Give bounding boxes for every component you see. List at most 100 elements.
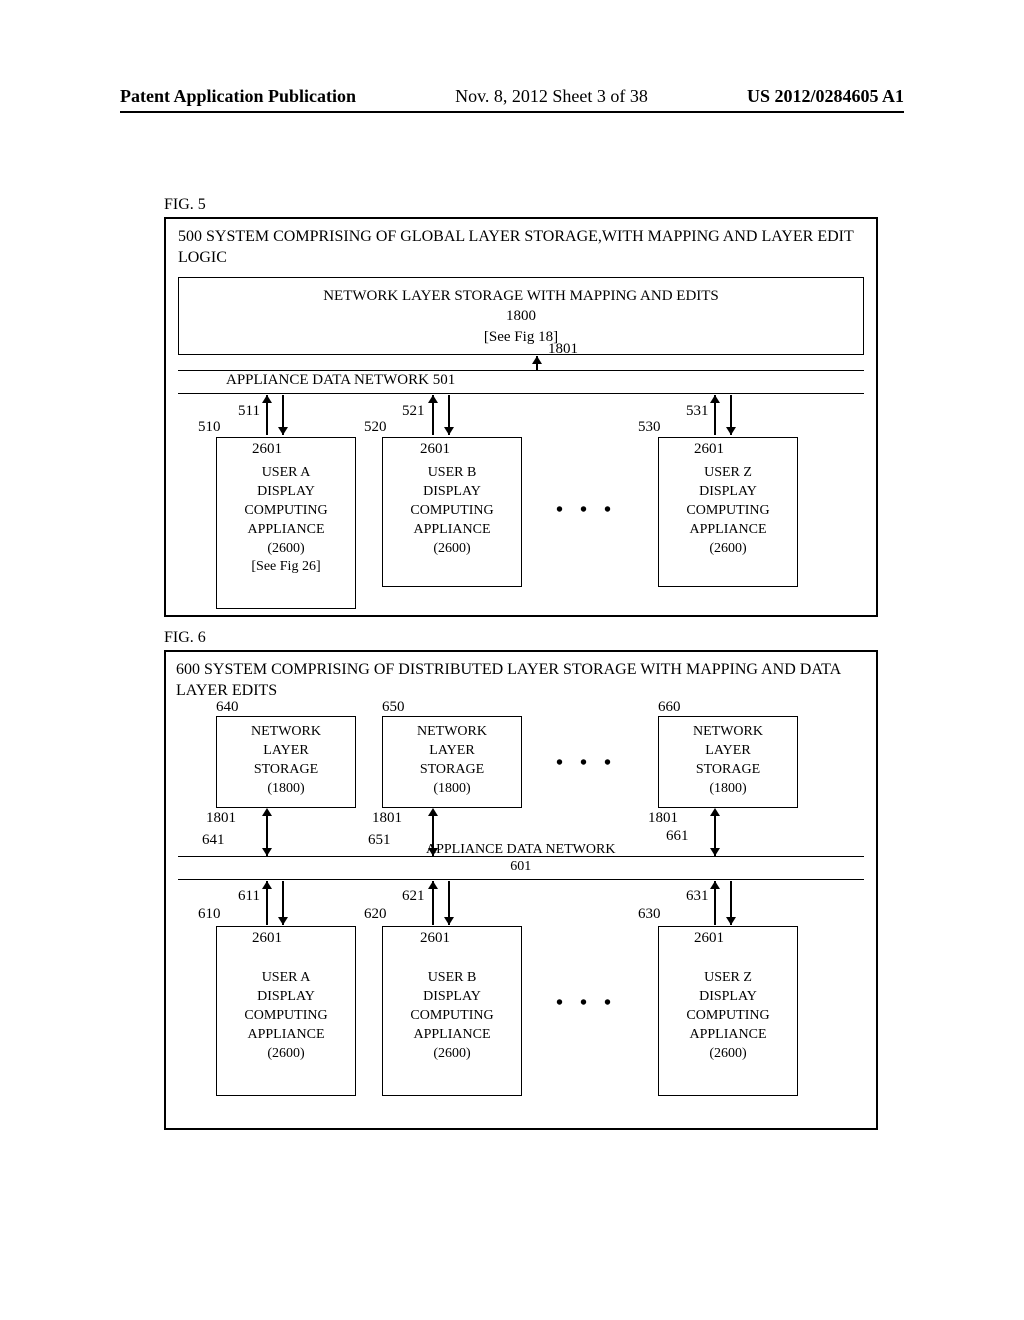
ua6-l4: APPLIANCE [219, 1026, 353, 1045]
uz6-l2: DISPLAY [661, 988, 795, 1007]
fig6-label: FIG. 6 [164, 629, 206, 647]
ua6-l5: (2600) [219, 1045, 353, 1064]
arrow-down-icon [726, 917, 736, 925]
ub-l2: DISPLAY [385, 483, 519, 502]
fig5-nb-l2: 1800 [179, 306, 863, 326]
ellipsis-icon: • • • [556, 752, 617, 775]
arrow-down-icon [278, 427, 288, 435]
header-right: US 2012/0284605 A1 [747, 86, 904, 107]
ua-l2: DISPLAY [219, 483, 353, 502]
ref-531: 531 [686, 403, 709, 420]
ref-660: 660 [658, 699, 681, 716]
fig5-nb-l1: NETWORK LAYER STORAGE WITH MAPPING AND E… [179, 286, 863, 306]
ub-l5: (2600) [385, 540, 519, 559]
sz-l2: LAYER [661, 742, 795, 761]
ua-l1: USER A [219, 464, 353, 483]
ua-l4: APPLIANCE [219, 521, 353, 540]
fig5-network-storage-box: NETWORK LAYER STORAGE WITH MAPPING AND E… [178, 277, 864, 355]
fig5-nb-l3: [See Fig 18] [179, 327, 863, 347]
ua6-l1: USER A [219, 969, 353, 988]
fig6-storage-b: NETWORK LAYER STORAGE (1800) [382, 716, 522, 808]
ref-511: 511 [238, 403, 260, 420]
ref-650: 650 [382, 699, 405, 716]
ref-610: 610 [198, 906, 221, 923]
arrow-down-icon [262, 848, 272, 856]
fig5-diagram: 500 SYSTEM COMPRISING OF GLOBAL LAYER ST… [164, 217, 878, 617]
sb-l2: LAYER [385, 742, 519, 761]
fig6-title-text: SYSTEM COMPRISING OF DISTRIBUTED LAYER S… [176, 661, 840, 699]
ref-1801-a: 1801 [206, 810, 236, 827]
arrow-down-icon [444, 427, 454, 435]
ref-651: 651 [368, 832, 391, 849]
arrow-up-icon [428, 881, 438, 889]
ref-530: 530 [638, 419, 661, 436]
uz-l4: APPLIANCE [661, 521, 795, 540]
fig6-user-a-box: USER A DISPLAY COMPUTING APPLIANCE (2600… [216, 926, 356, 1096]
fig6-storage-z: NETWORK LAYER STORAGE (1800) [658, 716, 798, 808]
ellipsis-icon: • • • [556, 499, 617, 522]
fig6-storage-a: NETWORK LAYER STORAGE (1800) [216, 716, 356, 808]
ub6-l2: DISPLAY [385, 988, 519, 1007]
arrow-up-icon [428, 395, 438, 403]
ua-l6: [See Fig 26] [219, 558, 353, 577]
arrow-up-icon [262, 395, 272, 403]
fig6-appliance-network-label: APPLIANCE DATA NETWORK 601 [426, 842, 615, 876]
fig6-user-b-box: USER B DISPLAY COMPUTING APPLIANCE (2600… [382, 926, 522, 1096]
uz6-l1: USER Z [661, 969, 795, 988]
ref-611: 611 [238, 888, 260, 905]
fig5-title-ref: 500 [178, 228, 206, 245]
uz-l3: COMPUTING [661, 502, 795, 521]
fig6-user-z-box: USER Z DISPLAY COMPUTING APPLIANCE (2600… [658, 926, 798, 1096]
fig5-label: FIG. 5 [164, 196, 206, 214]
ref-1801-b: 1801 [372, 810, 402, 827]
arrow-up-icon [262, 881, 272, 889]
sz-l1: NETWORK [661, 723, 795, 742]
ub-l3: COMPUTING [385, 502, 519, 521]
ua6-l2: DISPLAY [219, 988, 353, 1007]
fig5-appliance-network-label: APPLIANCE DATA NETWORK 501 [226, 372, 455, 389]
fig6-network-ref: 601 [426, 859, 615, 876]
ua-l5: (2600) [219, 540, 353, 559]
sa-l3: STORAGE [219, 761, 353, 780]
arrow-up-icon [262, 808, 272, 816]
arrow-down-icon [726, 427, 736, 435]
arrow-up-icon [710, 881, 720, 889]
ref-641: 641 [202, 832, 225, 849]
sa-l4: (1800) [219, 780, 353, 799]
sb-l3: STORAGE [385, 761, 519, 780]
header-center: Nov. 8, 2012 Sheet 3 of 38 [455, 86, 648, 107]
ref-521: 521 [402, 403, 425, 420]
arrow-up-icon [710, 395, 720, 403]
fig5-user-b-box: USER B DISPLAY COMPUTING APPLIANCE (2600… [382, 437, 522, 587]
fig5-user-a-box: USER A DISPLAY COMPUTING APPLIANCE (2600… [216, 437, 356, 609]
fig6-diagram: 600 SYSTEM COMPRISING OF DISTRIBUTED LAY… [164, 650, 878, 1130]
ref-620: 620 [364, 906, 387, 923]
ref-1801-z: 1801 [648, 810, 678, 827]
ref-631: 631 [686, 888, 709, 905]
uz6-l3: COMPUTING [661, 1007, 795, 1026]
sz-l3: STORAGE [661, 761, 795, 780]
ref-661: 661 [666, 828, 689, 845]
ub6-l5: (2600) [385, 1045, 519, 1064]
ua-l3: COMPUTING [219, 502, 353, 521]
fig5-title-text: SYSTEM COMPRISING OF GLOBAL LAYER STORAG… [178, 228, 853, 266]
ref-520: 520 [364, 419, 387, 436]
fig6-network-text: APPLIANCE DATA NETWORK [426, 842, 615, 859]
sb-l1: NETWORK [385, 723, 519, 742]
fig5-title: 500 SYSTEM COMPRISING OF GLOBAL LAYER ST… [178, 227, 876, 269]
arrow-down-icon [278, 917, 288, 925]
ub-l4: APPLIANCE [385, 521, 519, 540]
ref-621: 621 [402, 888, 425, 905]
fig6-title-ref: 600 [176, 661, 204, 678]
ref-640: 640 [216, 699, 239, 716]
uz6-l4: APPLIANCE [661, 1026, 795, 1045]
uz-l2: DISPLAY [661, 483, 795, 502]
sz-l4: (1800) [661, 780, 795, 799]
ub-l1: USER B [385, 464, 519, 483]
fig5-user-z-box: USER Z DISPLAY COMPUTING APPLIANCE (2600… [658, 437, 798, 587]
uz-l1: USER Z [661, 464, 795, 483]
sa-l1: NETWORK [219, 723, 353, 742]
sb-l4: (1800) [385, 780, 519, 799]
ref-630: 630 [638, 906, 661, 923]
uz6-l5: (2600) [661, 1045, 795, 1064]
